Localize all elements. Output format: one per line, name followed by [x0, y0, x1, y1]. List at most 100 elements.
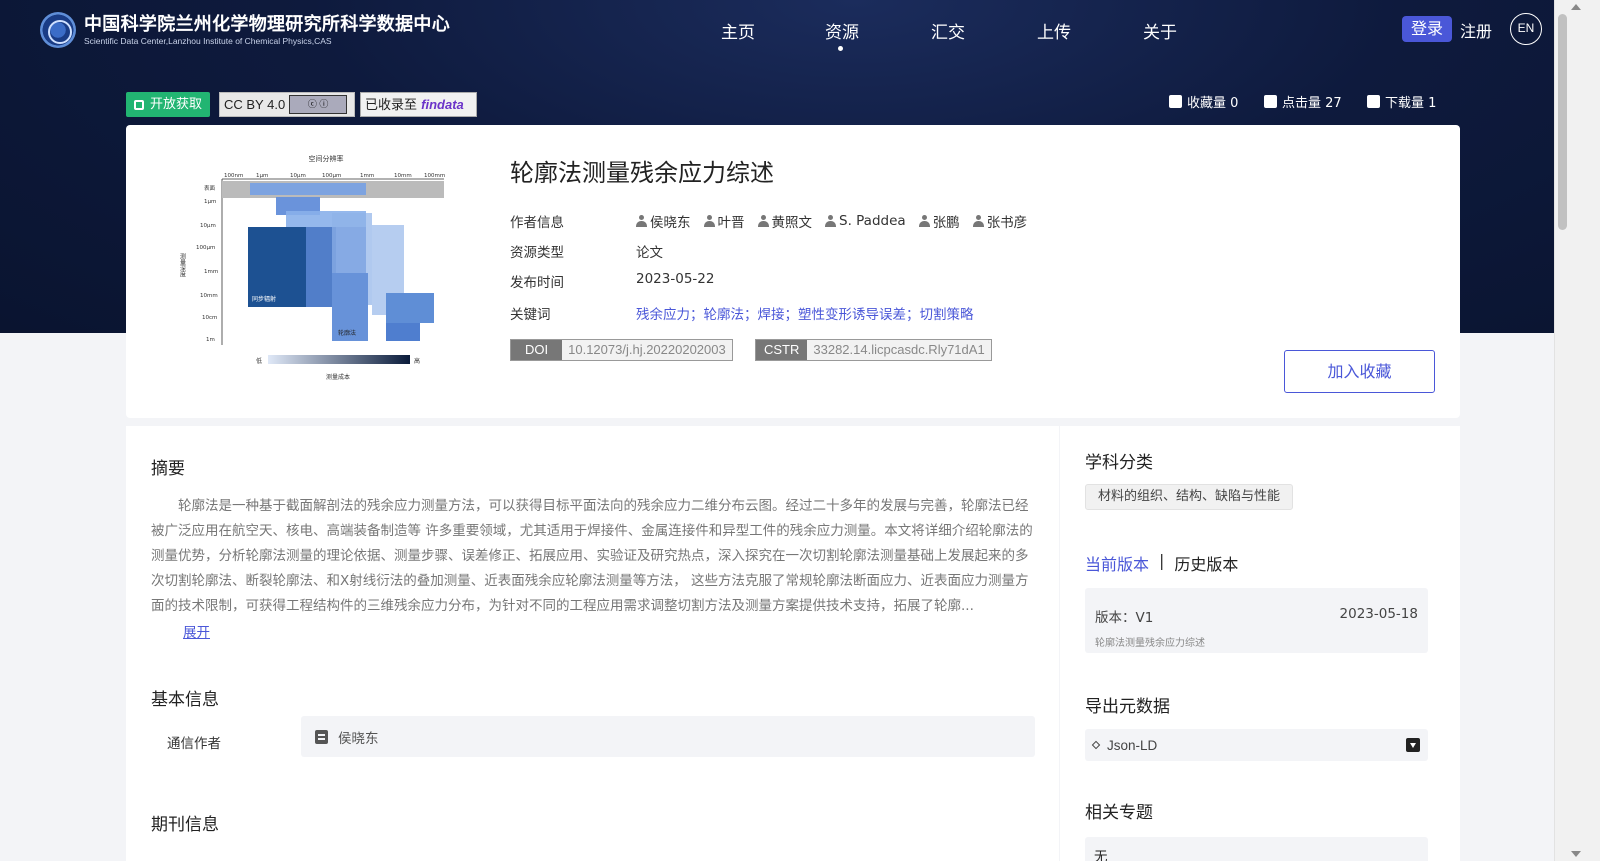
- paper-title: 轮廓法测量残余应力综述: [510, 159, 774, 187]
- author-item[interactable]: S. Paddea: [825, 211, 906, 231]
- login-button[interactable]: 登录: [1402, 16, 1452, 42]
- author-list: 侯晓东 叶晋 黄照文 S. Paddea 张鹏 张书彦: [636, 211, 1027, 231]
- license-badge[interactable]: CC BY 4.0 ⓒ ⓘ: [219, 92, 355, 117]
- thumb-method-label: 同步辐射: [252, 295, 276, 303]
- thumb-ylabel: 测量深度: [179, 252, 186, 278]
- thumb-left-tick: 100μm: [196, 245, 215, 251]
- tab-current-version[interactable]: 当前版本: [1085, 551, 1149, 575]
- thumb-top-tick: 100nm: [224, 173, 243, 179]
- person-icon: [636, 215, 647, 227]
- site-title[interactable]: 中国科学院兰州化学物理研究所科学数据中心: [84, 10, 450, 36]
- date-label: 发布时间: [510, 275, 564, 291]
- thumb-top-tick: 10mm: [394, 173, 412, 179]
- favorites-icon: [1169, 95, 1182, 108]
- page-scrollbar[interactable]: [1554, 0, 1600, 861]
- sidebar: 学科分类 材料的组织、结构、缺陷与性能 当前版本 | 历史版本 版本：V1 20…: [1060, 426, 1460, 861]
- clicks-stat: 点击量 27: [1264, 92, 1342, 111]
- subject-tag[interactable]: 材料的组织、结构、缺陷与性能: [1085, 484, 1294, 510]
- scroll-up-arrow-icon[interactable]: [1571, 4, 1581, 10]
- add-favorite-button[interactable]: 加入收藏: [1284, 350, 1435, 393]
- thumb-top-tick: 1mm: [360, 173, 374, 179]
- active-nav-indicator: [838, 46, 843, 51]
- nav-resources[interactable]: 资源: [825, 18, 859, 43]
- cstr-value: 33282.14.licpcasdc.Rly71dA1: [807, 340, 991, 360]
- author-name: 叶晋: [717, 215, 745, 231]
- tab-separator: |: [1159, 551, 1165, 570]
- open-access-label: 开放获取: [150, 97, 203, 112]
- eye-icon: [1264, 95, 1277, 108]
- type-value: 论文: [636, 245, 663, 261]
- author-name: 侯晓东: [650, 215, 691, 231]
- topics-title: 相关专题: [1085, 803, 1153, 823]
- paper-thumbnail[interactable]: 空间分辨率 100nm 1μm 10μm 100μm 1mm 10mm 100m…: [176, 153, 468, 393]
- scroll-down-arrow-icon[interactable]: [1571, 851, 1581, 857]
- doi-label: DOI: [511, 340, 563, 360]
- author-item[interactable]: 黄照文: [757, 211, 812, 231]
- register-link[interactable]: 注册: [1460, 18, 1492, 42]
- author-item[interactable]: 侯晓东: [636, 211, 691, 231]
- expand-link[interactable]: 展开: [183, 621, 210, 641]
- main-content: 摘要 轮廓法是一种基于截面解剖法的残余应力测量方法，可以获得目标平面法向的残余应…: [126, 426, 1059, 861]
- basic-info-title: 基本信息: [151, 690, 219, 710]
- thumb-top-tick: 1μm: [256, 173, 268, 179]
- person-icon: [972, 215, 984, 227]
- tab-history-version[interactable]: 历史版本: [1174, 551, 1238, 575]
- thumb-left-tick: 10mm: [200, 293, 218, 299]
- thumb-top-tick: 100μm: [322, 173, 341, 179]
- scrollbar-thumb[interactable]: [1558, 14, 1567, 230]
- author-item[interactable]: 张书彦: [972, 211, 1028, 231]
- version-description: 轮廓法测量残余应力综述: [1095, 638, 1205, 649]
- diamond-icon: [1091, 740, 1101, 750]
- subject-title: 学科分类: [1085, 453, 1153, 473]
- unlock-icon: [134, 99, 144, 110]
- thumb-top-tick: 100mm: [424, 173, 445, 179]
- abstract-title: 摘要: [151, 459, 185, 479]
- thumb-left-tick: 10μm: [200, 223, 216, 229]
- cstr-box[interactable]: CSTR 33282.14.licpcasdc.Rly71dA1: [755, 339, 992, 361]
- favorites-stat: 收藏量 0: [1169, 92, 1238, 111]
- nav-home[interactable]: 主页: [721, 18, 755, 43]
- thumb-xlabel: 测量成本: [326, 373, 350, 381]
- contact-card-icon: [315, 729, 328, 744]
- thumb-left-tick: 10cm: [202, 315, 217, 321]
- author-name: S. Paddea: [839, 213, 906, 229]
- thumb-left-tick: 1μm: [204, 199, 216, 205]
- open-access-badge: 开放获取: [126, 92, 211, 117]
- downloads-stat: 下载量 1: [1367, 92, 1436, 111]
- cstr-label: CSTR: [756, 340, 808, 360]
- author-label: 作者信息: [510, 215, 564, 231]
- thumb-left-tick: 1m: [206, 337, 215, 343]
- nav-about[interactable]: 关于: [1143, 18, 1177, 43]
- resource-summary-card: 空间分辨率 100nm 1μm 10μm 100μm 1mm 10mm 100m…: [126, 125, 1460, 418]
- download-icon[interactable]: [1406, 738, 1420, 752]
- topics-box: 无: [1085, 837, 1428, 861]
- date-value: 2023-05-22: [636, 271, 715, 287]
- logo-icon[interactable]: [40, 12, 76, 48]
- findata-logo: findata: [421, 97, 464, 112]
- thumb-low: 低: [256, 357, 262, 365]
- version-number: 版本：V1: [1095, 610, 1154, 626]
- doi-box[interactable]: DOI 10.12073/j.hj.20220202003: [510, 339, 733, 361]
- version-tabs: 当前版本 | 历史版本: [1085, 551, 1238, 575]
- downloads-count: 下载量 1: [1385, 96, 1437, 111]
- nav-upload[interactable]: 上传: [1037, 18, 1071, 43]
- doi-value: 10.12073/j.hj.20220202003: [562, 340, 732, 360]
- nav-submit[interactable]: 汇交: [931, 18, 965, 43]
- author-name: 张书彦: [986, 215, 1028, 231]
- keywords-links[interactable]: 残余应力；轮廓法；焊接；塑性变形诱导误差；切割策略: [636, 303, 974, 323]
- abstract-text: 轮廓法是一种基于截面解剖法的残余应力测量方法，可以获得目标平面法向的残余应力二维…: [151, 498, 1033, 614]
- version-card[interactable]: 版本：V1 2023-05-18 轮廓法测量残余应力综述: [1085, 588, 1428, 653]
- thumb-title: 空间分辨率: [309, 154, 344, 163]
- language-toggle[interactable]: EN: [1510, 13, 1542, 45]
- download-icon: [1367, 95, 1380, 108]
- version-date: 2023-05-18: [1339, 606, 1418, 622]
- author-item[interactable]: 叶晋: [703, 211, 745, 231]
- thumb-high: 高: [414, 357, 420, 365]
- export-format-select[interactable]: Json-LD: [1085, 729, 1428, 761]
- corr-author-label: 通信作者: [167, 736, 221, 752]
- indexed-badge[interactable]: 已收录至 findata: [360, 92, 477, 117]
- corr-author-name: 侯晓东: [338, 730, 379, 747]
- author-item[interactable]: 张鹏: [918, 211, 960, 231]
- thumb-left-tick: 1mm: [204, 269, 218, 275]
- export-title: 导出元数据: [1085, 697, 1170, 717]
